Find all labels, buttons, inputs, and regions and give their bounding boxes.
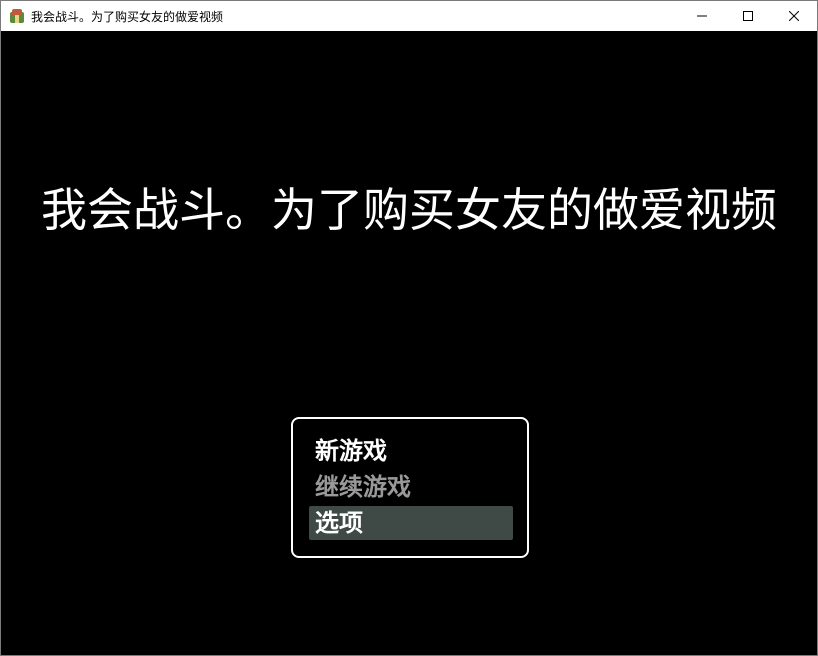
app-icon xyxy=(9,8,25,24)
close-button[interactable] xyxy=(771,1,817,31)
minimize-icon xyxy=(697,15,707,17)
maximize-button[interactable] xyxy=(725,1,771,31)
menu-item-continue[interactable]: 继续游戏 xyxy=(309,470,513,504)
menu-item-new-game[interactable]: 新游戏 xyxy=(309,434,513,468)
title-menu: 新游戏 继续游戏 选项 xyxy=(291,417,529,558)
window-controls xyxy=(679,1,817,31)
close-icon xyxy=(789,11,799,21)
maximize-icon xyxy=(743,11,753,21)
window-titlebar[interactable]: 我会战斗。为了购买女友的做爱视频 xyxy=(1,1,817,31)
app-window: 我会战斗。为了购买女友的做爱视频 我会战斗。为了购买女友的做爱视频 新游戏 继续… xyxy=(0,0,818,656)
minimize-button[interactable] xyxy=(679,1,725,31)
game-title: 我会战斗。为了购买女友的做爱视频 xyxy=(41,183,777,237)
window-title: 我会战斗。为了购买女友的做爱视频 xyxy=(31,9,224,24)
game-canvas[interactable]: 我会战斗。为了购买女友的做爱视频 新游戏 继续游戏 选项 xyxy=(1,31,817,655)
menu-item-options[interactable]: 选项 xyxy=(309,506,513,540)
